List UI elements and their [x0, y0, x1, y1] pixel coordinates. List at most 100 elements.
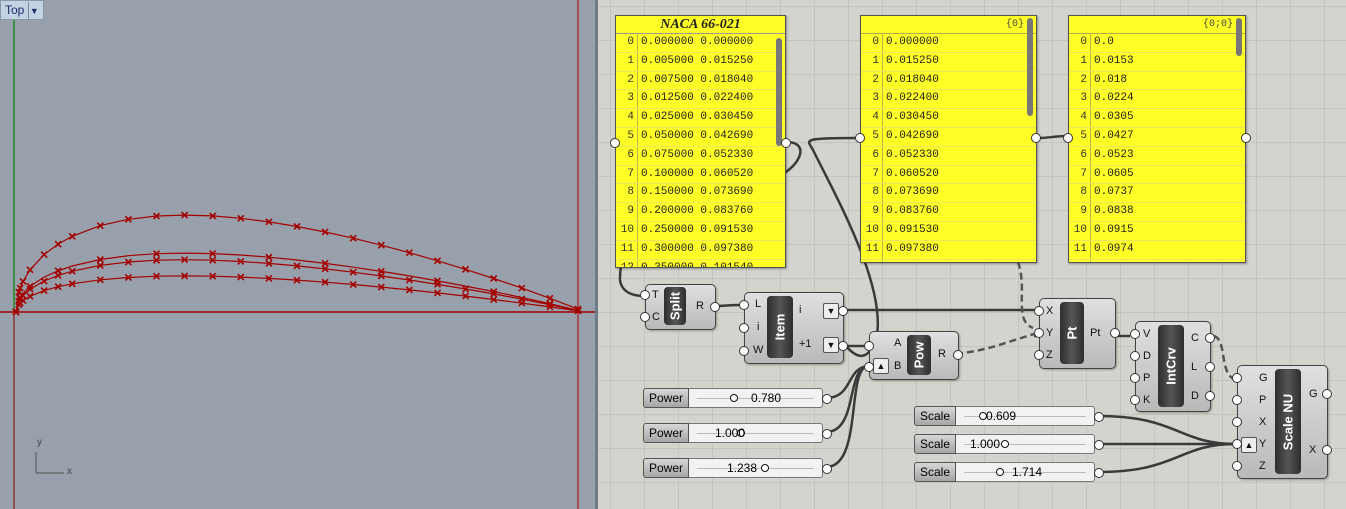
scale-slider-2[interactable]: Scale 1.000 — [914, 434, 1098, 454]
power-component[interactable]: A B ▲ Pow R — [869, 331, 959, 380]
item-output-grip-i[interactable] — [838, 306, 848, 316]
slider-track[interactable]: 1.000 — [689, 423, 823, 443]
pow-core[interactable]: Pow — [907, 335, 931, 375]
scale-slider-1[interactable]: Scale 0.609 — [914, 406, 1098, 426]
chevron-down-icon[interactable]: ▼ — [823, 337, 839, 353]
interpolate-curve-component[interactable]: V D P K IntCrv C L D — [1135, 321, 1211, 412]
panel-scrollbar[interactable] — [776, 38, 782, 146]
input-i-label: i — [757, 321, 760, 333]
row-index: 0 — [861, 34, 883, 52]
panel-naca-data[interactable]: NACA 66-021 0 0.000000 0.000000 1 0.005000 … — [615, 15, 786, 268]
row-value: 0.083760 — [886, 205, 939, 218]
slider-value: 1.238 — [727, 461, 758, 475]
scalenu-core[interactable]: Scale NU — [1275, 369, 1301, 474]
pt-core[interactable]: Pt — [1060, 302, 1084, 364]
scalenu-input-grip-g[interactable] — [1232, 373, 1242, 383]
viewport-name-tab[interactable]: Top ▼ — [0, 0, 45, 20]
intcrv-output-grip-l[interactable] — [1205, 362, 1215, 372]
chevron-up-icon[interactable]: ▲ — [1241, 437, 1257, 453]
pow-output-grip[interactable] — [953, 350, 963, 360]
panel-input-grip[interactable] — [610, 138, 620, 148]
slider-track[interactable]: 1.714 — [956, 462, 1095, 482]
scale-nonuniform-component[interactable]: G P X Y Z ▲ Scale NU G X — [1237, 365, 1328, 479]
split-output-grip[interactable] — [710, 302, 720, 312]
intcrv-input-grip-d[interactable] — [1130, 351, 1140, 361]
slider-output-grip[interactable] — [1094, 412, 1104, 422]
slider-knob[interactable] — [1000, 440, 1009, 448]
intcrv-input-grip-v[interactable] — [1130, 329, 1140, 339]
slider-track[interactable]: 0.609 — [956, 406, 1095, 426]
chevron-down-icon[interactable]: ▼ — [823, 303, 839, 319]
pt-input-grip-x[interactable] — [1034, 306, 1044, 316]
row-index: 6 — [616, 146, 638, 165]
dropdown-arrow-icon[interactable]: ▼ — [28, 2, 39, 20]
panel-input-grip[interactable] — [1063, 133, 1073, 143]
panel-output-grip[interactable] — [1031, 133, 1041, 143]
item-input-grip-w[interactable] — [739, 346, 749, 356]
scalenu-input-grip-x[interactable] — [1232, 417, 1242, 427]
scalenu-output-grip-x[interactable] — [1322, 445, 1332, 455]
slider-knob[interactable] — [995, 468, 1004, 476]
pt-input-grip-z[interactable] — [1034, 350, 1044, 360]
power-slider-1[interactable]: Power 0.780 — [643, 388, 826, 408]
panel-output-grip[interactable] — [781, 138, 791, 148]
panel-output-grip[interactable] — [1241, 133, 1251, 143]
slider-track[interactable]: 0.780 — [689, 388, 823, 408]
grasshopper-canvas[interactable]: NACA 66-021 0 0.000000 0.000000 1 0.005000 … — [598, 0, 1346, 509]
slider-output-grip[interactable] — [1094, 440, 1104, 450]
panel-rounded-values[interactable]: {0;0} 0 0.0 1 0.0153 2 0.018 3 0.0224 4 0.0305 5 0.… — [1068, 15, 1246, 263]
scale-slider-3[interactable]: Scale 1.714 — [914, 462, 1098, 482]
panel-row: 2 0.007500 0.018040 — [616, 71, 785, 91]
panel-split-values[interactable]: {0} 0 0.000000 1 0.015250 2 0.018040 3 0.022400… — [860, 15, 1037, 263]
pow-input-grip-b[interactable] — [864, 362, 874, 372]
list-item-component[interactable]: L i W Item i +1 ▼ ▼ — [744, 292, 844, 364]
intcrv-input-grip-p[interactable] — [1130, 373, 1140, 383]
slider-knob[interactable] — [729, 394, 738, 402]
item-output-grip-plus1[interactable] — [838, 341, 848, 351]
slider-output-grip[interactable] — [822, 394, 832, 404]
construct-point-component[interactable]: X Y Z Pt Pt — [1039, 298, 1116, 369]
row-value: 0.075000 0.052330 — [641, 148, 754, 161]
panel-row: 1 0.0153 — [1069, 52, 1245, 72]
scalenu-input-grip-y[interactable] — [1232, 439, 1242, 449]
item-input-grip-l[interactable] — [739, 300, 749, 310]
slider-track[interactable]: 1.238 — [689, 458, 823, 478]
gizmo-y-label: y — [37, 437, 42, 448]
panel-scrollbar[interactable] — [1236, 18, 1242, 56]
item-input-grip-i[interactable] — [739, 323, 749, 333]
split-input-grip-c[interactable] — [640, 312, 650, 322]
pt-input-grip-y[interactable] — [1034, 328, 1044, 338]
pt-output-grip[interactable] — [1110, 328, 1120, 338]
intcrv-input-grip-k[interactable] — [1130, 395, 1140, 405]
intcrv-output-grip-d[interactable] — [1205, 391, 1215, 401]
slider-output-grip[interactable] — [1094, 468, 1104, 478]
pow-input-grip-a[interactable] — [864, 341, 874, 351]
viewport-geometry — [0, 0, 595, 509]
input-z-label: Z — [1046, 349, 1053, 361]
intcrv-output-grip-c[interactable] — [1205, 333, 1215, 343]
scalenu-input-grip-z[interactable] — [1232, 461, 1242, 471]
panel-row: 10 0.250000 0.091530 — [616, 221, 785, 241]
wire-dashed-pow-to-pt — [955, 332, 1035, 356]
panel-row: 0 0.0 — [1069, 34, 1245, 53]
rhino-top-viewport[interactable]: Top ▼ y x — [0, 0, 595, 509]
output-c-label: C — [1191, 332, 1199, 344]
scalenu-output-grip-g[interactable] — [1322, 389, 1332, 399]
intcrv-core[interactable]: IntCrv — [1158, 325, 1184, 407]
split-input-grip-t[interactable] — [640, 290, 650, 300]
split-core[interactable]: Split — [664, 287, 686, 325]
item-core[interactable]: Item — [767, 296, 793, 358]
panel-row: 120.1015 — [1069, 259, 1245, 262]
slider-knob[interactable] — [761, 464, 770, 472]
slider-value: 0.609 — [986, 409, 1017, 423]
slider-output-grip[interactable] — [822, 464, 832, 474]
panel-input-grip[interactable] — [855, 133, 865, 143]
slider-output-grip[interactable] — [822, 429, 832, 439]
panel-scrollbar[interactable] — [1027, 18, 1033, 116]
split-component[interactable]: T C Split R — [645, 284, 716, 330]
power-slider-2[interactable]: Power 1.000 — [643, 423, 826, 443]
chevron-up-icon[interactable]: ▲ — [873, 358, 889, 374]
slider-track[interactable]: 1.000 — [956, 434, 1095, 454]
power-slider-3[interactable]: Power 1.238 — [643, 458, 826, 478]
scalenu-input-grip-p[interactable] — [1232, 395, 1242, 405]
